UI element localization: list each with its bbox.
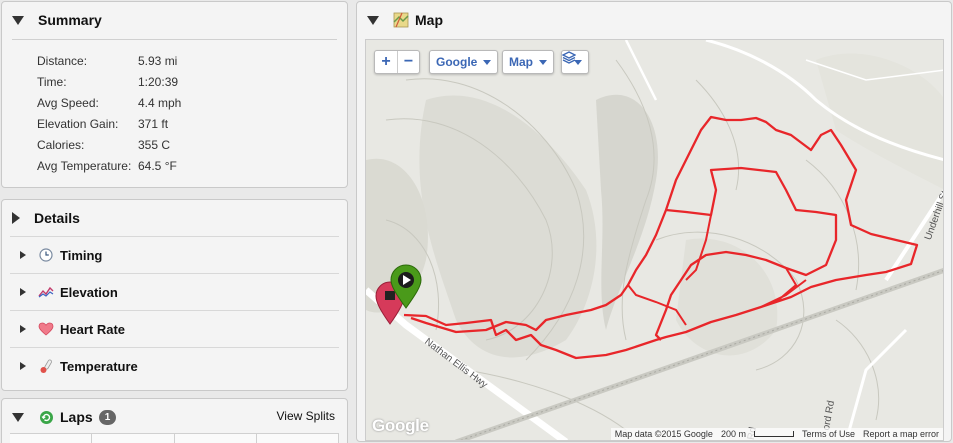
layers-select[interactable]: [562, 51, 588, 73]
map-view[interactable]: Nathan Ellis Hwy Underhill St ord Rd Rd …: [365, 39, 944, 441]
laps-panel: Laps 1 View Splits: [1, 398, 348, 443]
map-icon: [393, 12, 409, 28]
stat-row-distance: Distance: 5.93 mi: [37, 50, 181, 71]
details-item-label: Temperature: [60, 358, 138, 374]
map-type-select[interactable]: Map: [503, 51, 553, 73]
details-item-elevation[interactable]: Elevation: [10, 273, 339, 310]
expand-triangle-icon: [20, 362, 26, 370]
chevron-down-icon: [483, 59, 492, 65]
scale-label: 200 m: [720, 429, 746, 439]
details-title: Details: [34, 210, 80, 226]
zoom-out-button[interactable]: −: [397, 51, 419, 73]
laps-table-cell: [10, 434, 93, 443]
scale-bar: [753, 431, 794, 437]
summary-panel: Summary Distance: 5.93 mi Time: 1:20:39 Av…: [1, 1, 348, 188]
stat-value: 355 C: [138, 137, 171, 152]
stat-value: 64.5 °F: [138, 158, 177, 173]
details-item-heart-rate[interactable]: Heart Rate: [10, 310, 339, 347]
stat-label: Avg Speed:: [37, 95, 99, 110]
details-item-temperature[interactable]: Temperature: [10, 347, 339, 384]
map-panel: Map Nathan Ellis Hwy Underhill St ord Rd…: [356, 1, 952, 442]
stat-row-calories: Calories: 355 C: [37, 134, 181, 155]
report-map-error-link[interactable]: Report a map error: [863, 429, 939, 439]
expand-triangle-icon: [20, 251, 26, 259]
laps-table-cell: [174, 434, 257, 443]
map-type-dropdown[interactable]: Map: [502, 50, 554, 74]
stat-row-avg-speed: Avg Speed: 4.4 mph: [37, 92, 181, 113]
summary-stats: Distance: 5.93 mi Time: 1:20:39 Avg Speed:…: [37, 50, 181, 176]
summary-title: Summary: [38, 12, 102, 28]
stat-label: Avg Temperature:: [37, 158, 132, 173]
thermometer-icon: [38, 358, 54, 374]
map-title: Map: [415, 12, 443, 28]
stat-value: 371 ft: [138, 116, 169, 131]
view-splits-link[interactable]: View Splits: [277, 409, 335, 423]
layers-dropdown[interactable]: [561, 50, 589, 74]
details-item-label: Timing: [60, 247, 103, 263]
expand-triangle-icon: [20, 325, 26, 333]
details-panel: Details Timing Elevation Heart Rate Temp…: [1, 199, 348, 391]
laps-table-cell: [256, 434, 339, 443]
collapse-triangle-icon[interactable]: [12, 15, 24, 25]
heart-icon: [38, 321, 54, 337]
elevation-chart-icon: [38, 284, 54, 300]
terms-of-use-link[interactable]: Terms of Use: [802, 429, 855, 439]
details-item-timing[interactable]: Timing: [10, 236, 339, 273]
laps-header[interactable]: Laps 1 View Splits: [2, 399, 347, 435]
map-data-text: Map data ©2015 Google: [614, 429, 713, 439]
collapse-triangle-icon[interactable]: [367, 15, 379, 25]
collapse-triangle-icon[interactable]: [12, 412, 24, 422]
stat-row-elevation-gain: Elevation Gain: 371 ft: [37, 113, 181, 134]
refresh-laps-icon: [38, 409, 54, 425]
details-header[interactable]: Details: [2, 200, 347, 236]
stat-label: Calories:: [37, 137, 85, 152]
map-attribution: Map data ©2015 Google 200 m Terms of Use…: [610, 428, 943, 440]
stat-value: 1:20:39: [138, 74, 179, 89]
details-item-label: Heart Rate: [60, 321, 126, 337]
details-item-label: Elevation: [60, 284, 118, 300]
map-canvas: [366, 40, 943, 440]
stat-label: Distance:: [37, 53, 88, 68]
provider-dropdown[interactable]: Google: [429, 50, 499, 74]
divider: [12, 39, 337, 40]
summary-header[interactable]: Summary: [2, 2, 347, 38]
map-type-label: Map: [509, 55, 533, 69]
expand-triangle-icon[interactable]: [12, 212, 20, 224]
zoom-control: + −: [374, 50, 420, 74]
laps-title: Laps: [60, 409, 93, 425]
laps-table-cell: [92, 434, 175, 443]
stat-label: Elevation Gain:: [37, 116, 119, 131]
stat-row-time: Time: 1:20:39: [37, 71, 181, 92]
laps-count-badge: 1: [98, 409, 117, 425]
map-header[interactable]: Map: [357, 2, 951, 38]
chevron-down-icon: [539, 59, 547, 65]
stat-value: 4.4 mph: [138, 95, 182, 110]
provider-label: Google: [436, 55, 478, 69]
stat-row-avg-temperature: Avg Temperature: 64.5 °F: [37, 155, 181, 176]
clock-icon: [38, 247, 54, 263]
stat-label: Time:: [37, 74, 67, 89]
provider-select[interactable]: Google: [430, 51, 497, 73]
google-logo: Google: [372, 416, 429, 435]
expand-triangle-icon: [20, 288, 26, 296]
stat-value: 5.93 mi: [138, 53, 178, 68]
laps-table: [10, 433, 339, 443]
zoom-in-button[interactable]: +: [375, 51, 397, 73]
